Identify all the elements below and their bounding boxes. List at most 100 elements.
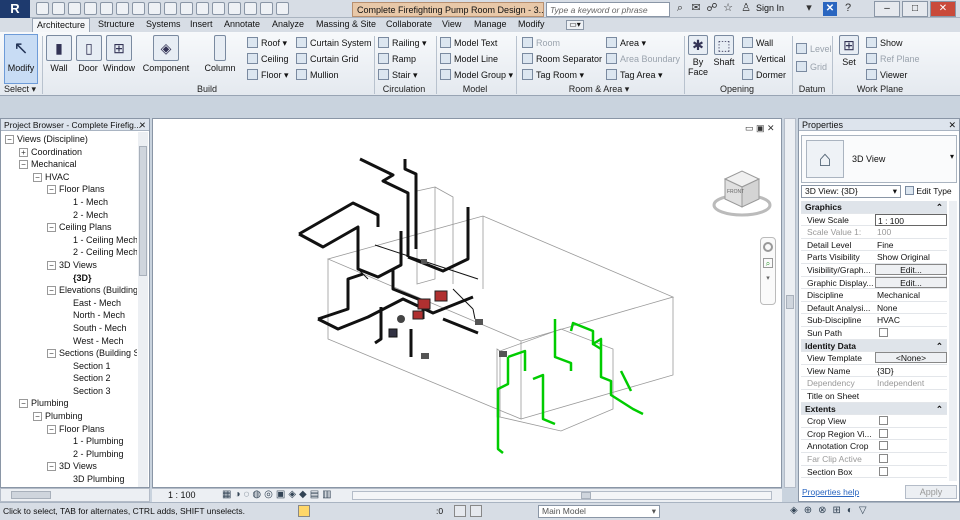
save-icon[interactable] [52,2,65,15]
property-row[interactable]: Crop View [801,415,947,428]
tree-item[interactable]: + Coordination [5,146,137,159]
tree-item[interactable]: 2 - Mech [5,209,137,222]
collapse-icon[interactable]: − [47,286,56,296]
tree-item[interactable]: South - Mech [5,322,137,335]
tree-item[interactable]: 1 - Ceiling Mech [5,234,137,247]
viewer-button[interactable]: Viewer [866,68,907,82]
area-button[interactable]: Area ▾ [606,36,646,50]
property-row[interactable]: Scale Value 1: 100 [801,226,947,239]
property-row[interactable]: Title on Sheet [801,390,947,403]
hscroll-thumb[interactable] [11,491,51,499]
tree-item[interactable]: − Floor Plans [5,423,137,436]
view-control-icons[interactable]: ▦◑◌◍◎▣◈◆▤▥ [222,489,335,500]
collapse-icon[interactable]: ⌃ [936,340,943,353]
panel-opening[interactable]: Opening [684,84,790,96]
property-value[interactable]: Independent [875,377,947,389]
tree-item[interactable]: East - Mech [5,297,137,310]
model-line-button[interactable]: Model Line [440,52,498,66]
tree-item[interactable]: − Plumbing [5,410,137,423]
curtain-grid-button[interactable]: Curtain Grid [296,52,359,66]
binoculars-icon[interactable]: ⌕ [674,2,686,15]
panel-room-area[interactable]: Room & Area ▾ [516,84,682,96]
mullion-button[interactable]: Mullion [296,68,339,82]
tree-item[interactable]: Section 3 [5,385,137,398]
property-row[interactable]: Visibility/Graph... Edit... [801,264,947,277]
property-checkbox[interactable] [879,466,888,476]
property-edit-button[interactable]: Edit... [875,264,947,275]
shaft-button[interactable]: ⬚ Shaft [712,34,736,84]
tree-item[interactable]: − Floor Plans [5,183,137,196]
floor-button[interactable]: Floor ▾ [247,68,289,82]
tab-massing-site[interactable]: Massing & Site [312,18,380,32]
exchange-apps-icon[interactable]: ✕ [823,2,837,16]
chevron-down-icon[interactable]: ▾ [761,274,775,282]
zoom-icon[interactable]: ⌕ [763,258,773,268]
search-input[interactable]: Type a keyword or phrase [546,2,670,17]
property-edit-button[interactable]: Edit... [875,276,947,288]
model-selector[interactable]: Main Model ▾ [538,505,660,518]
maximize-button[interactable]: □ [902,1,928,17]
property-group-header[interactable]: Extents ⌃ [801,402,947,416]
property-checkbox[interactable] [879,441,888,451]
filter-icon[interactable] [454,505,466,517]
ceiling-button[interactable]: Ceiling [247,52,289,66]
ref-plane-button[interactable]: Ref Plane [866,52,920,66]
collapse-icon[interactable]: − [47,185,56,195]
tab-structure[interactable]: Structure [94,18,139,32]
property-row[interactable]: View Name {3D} [801,365,947,378]
thin-lines-icon[interactable] [228,2,241,15]
property-checkbox[interactable] [879,416,888,426]
model-group-button[interactable]: Model Group ▾ [440,68,513,82]
tab-manage[interactable]: Manage [470,18,511,32]
property-checkbox[interactable] [879,428,888,438]
property-row[interactable]: Detail Level Fine [801,239,947,252]
property-row[interactable]: View Scale 1 : 100 [801,213,947,227]
selection-toggle-icons[interactable]: ◈⊕⊗⊞◐▽ [790,505,873,516]
property-row[interactable]: Sun Path [801,327,947,340]
tag-area-button[interactable]: Tag Area ▾ [606,68,663,82]
tree-item[interactable]: − HVAC [5,171,137,184]
dimension-icon[interactable] [148,2,161,15]
close-hidden-icon[interactable] [244,2,257,15]
customize-qat-icon[interactable] [276,2,289,15]
property-value[interactable]: Show Original [875,251,947,263]
tab-annotate[interactable]: Annotate [220,18,264,32]
property-row[interactable]: Default Analysi... None [801,302,947,315]
tag-room-button[interactable]: Tag Room ▾ [522,68,584,82]
modify-button[interactable]: ↖ Modify [4,34,38,84]
property-value[interactable]: 100 [875,226,947,238]
star-icon[interactable]: ☆ [722,2,734,15]
property-row[interactable]: Crop Region Vi... [801,428,947,441]
tree-item[interactable]: − Ceiling Plans [5,221,137,234]
collapse-icon[interactable]: − [47,260,56,270]
edit-type-button[interactable]: Edit Type [905,185,959,198]
collapse-icon[interactable]: − [47,349,56,359]
steering-wheel-icon[interactable] [763,242,773,252]
tree-item[interactable]: 2 - Plumbing [5,448,137,461]
user-icon[interactable]: ♙ [740,2,752,15]
tree-item[interactable]: 1 - Plumbing [5,435,137,448]
instance-selector[interactable]: 3D View: {3D} ▾ [801,185,901,198]
tree-item[interactable]: Section 2 [5,372,137,385]
tree-item[interactable]: North - Mech [5,309,137,322]
3d-view-icon[interactable] [196,2,209,15]
canvas-vscroll[interactable] [784,118,796,488]
tab-view[interactable]: View [438,18,465,32]
property-group-header[interactable]: Identity Data ⌃ [801,339,947,353]
property-value[interactable] [875,390,947,402]
property-value[interactable]: Fine [875,239,947,251]
property-value[interactable]: None [875,302,947,314]
dormer-button[interactable]: Dormer [742,68,786,82]
tree-item[interactable]: − Sections (Building S [5,347,137,360]
help-icon[interactable]: ? [842,2,854,15]
scrollbar-thumb[interactable] [139,146,147,276]
tree-item[interactable]: {3D} [5,272,137,285]
panel-select[interactable]: Select ▾ [0,84,42,96]
tab-systems[interactable]: Systems [142,18,185,32]
collapse-icon[interactable]: − [33,172,42,182]
ramp-button[interactable]: Ramp [378,52,416,66]
properties-scrollbar[interactable] [949,201,957,481]
subscription-icon[interactable]: ✉ [690,2,702,15]
tab-analyze[interactable]: Analyze [268,18,308,32]
component-button[interactable]: ◈ Component [140,34,192,84]
